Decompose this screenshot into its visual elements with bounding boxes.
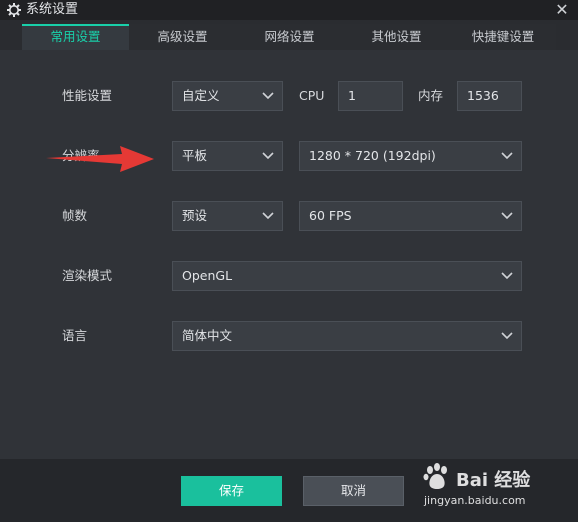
chevron-down-icon bbox=[501, 151, 513, 161]
settings-window: 系统设置 ✕ 常用设置 高级设置 网络设置 其他设置 快捷键设置 性能设置 自定… bbox=[0, 0, 578, 522]
memory-label: 内存 bbox=[418, 88, 444, 103]
watermark: Bai 经验 jingyan.baidu.com bbox=[418, 460, 558, 514]
title-bar: 系统设置 ✕ bbox=[0, 0, 578, 20]
red-arrow-icon bbox=[44, 142, 156, 176]
chevron-down-icon bbox=[262, 211, 274, 221]
fps-mode-value: 预设 bbox=[182, 208, 208, 223]
gear-icon bbox=[6, 2, 22, 18]
resolution-device-select[interactable]: 平板 bbox=[172, 141, 283, 171]
cpu-input[interactable]: 1 bbox=[338, 81, 403, 111]
fps-value-select[interactable]: 60 FPS bbox=[299, 201, 522, 231]
settings-panel bbox=[0, 50, 578, 459]
render-mode-select[interactable]: OpenGL bbox=[172, 261, 522, 291]
performance-label: 性能设置 bbox=[62, 88, 113, 103]
tab-other-settings[interactable]: 其他设置 bbox=[343, 24, 450, 50]
render-mode-label: 渲染模式 bbox=[62, 268, 113, 283]
watermark-brand: Bai 经验 bbox=[456, 470, 531, 491]
fps-label: 帧数 bbox=[62, 208, 88, 223]
save-button[interactable]: 保存 bbox=[181, 476, 282, 506]
performance-preset-value: 自定义 bbox=[182, 88, 220, 103]
resolution-device-value: 平板 bbox=[182, 148, 208, 163]
language-label: 语言 bbox=[62, 328, 88, 343]
tab-advanced-settings[interactable]: 高级设置 bbox=[129, 24, 236, 50]
chevron-down-icon bbox=[501, 331, 513, 341]
settings-tabs: 常用设置 高级设置 网络设置 其他设置 快捷键设置 bbox=[22, 24, 556, 50]
window-title: 系统设置 bbox=[26, 2, 79, 17]
language-value: 简体中文 bbox=[182, 328, 233, 343]
performance-preset-select[interactable]: 自定义 bbox=[172, 81, 283, 111]
resolution-size-select[interactable]: 1280 * 720 (192dpi) bbox=[299, 141, 522, 171]
cancel-button[interactable]: 取消 bbox=[303, 476, 404, 506]
tab-common-settings[interactable]: 常用设置 bbox=[22, 24, 129, 50]
paw-logo-icon bbox=[422, 462, 452, 496]
chevron-down-icon bbox=[501, 211, 513, 221]
chevron-down-icon bbox=[501, 271, 513, 281]
tab-shortcut-settings[interactable]: 快捷键设置 bbox=[450, 24, 556, 50]
chevron-down-icon bbox=[262, 91, 274, 101]
chevron-down-icon bbox=[262, 151, 274, 161]
resolution-size-value: 1280 * 720 (192dpi) bbox=[309, 148, 436, 163]
close-icon[interactable]: ✕ bbox=[554, 0, 570, 20]
memory-input[interactable]: 1536 bbox=[457, 81, 522, 111]
cpu-label: CPU bbox=[299, 88, 325, 103]
watermark-url: jingyan.baidu.com bbox=[424, 494, 526, 507]
render-mode-value: OpenGL bbox=[182, 268, 233, 283]
fps-mode-select[interactable]: 预设 bbox=[172, 201, 283, 231]
tab-network-settings[interactable]: 网络设置 bbox=[236, 24, 343, 50]
fps-value: 60 FPS bbox=[309, 208, 352, 223]
language-select[interactable]: 简体中文 bbox=[172, 321, 522, 351]
